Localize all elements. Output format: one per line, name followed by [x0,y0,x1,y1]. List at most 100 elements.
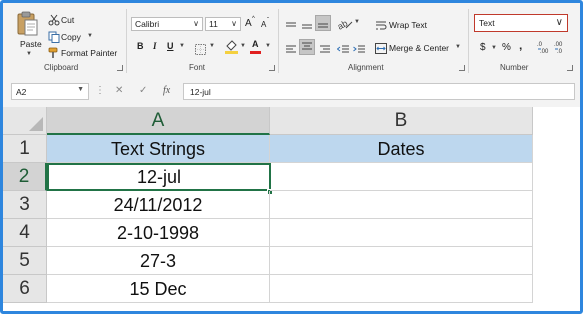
copy-dropdown-icon[interactable]: ▼ [87,33,93,39]
row-header-3[interactable]: 3 [3,191,47,219]
align-bottom-icon[interactable] [315,15,331,31]
font-dialog-launcher-icon[interactable] [269,65,275,71]
increase-decimal-icon[interactable]: .0.00 [537,40,551,59]
formula-bar: A2 ▼ ⋮ ✕ ✓ fx 12-jul [3,80,580,104]
bold-button[interactable]: B [137,41,144,51]
paste-button[interactable]: Paste [20,39,42,49]
cell-a2[interactable]: 12-jul [47,163,271,191]
number-format-select[interactable]: Text ∨ [474,14,568,32]
orientation-icon[interactable]: ab [336,17,353,35]
cell-b2[interactable] [270,163,533,191]
column-header-b[interactable]: B [270,107,533,135]
underline-button[interactable]: U [167,41,174,51]
scissors-icon[interactable] [48,13,60,31]
column-header-a[interactable]: A [47,107,270,135]
chevron-down-icon: ∨ [193,19,199,28]
currency-dropdown-icon[interactable]: ▼ [491,45,497,51]
excel-window: Paste ▼ Cut Copy ▼ Format Painter Clipbo… [0,0,583,314]
font-group-label: Font [189,63,206,72]
chevron-down-icon: ∨ [555,17,563,28]
align-right-icon[interactable] [319,42,331,60]
enter-check-icon[interactable]: ✓ [139,85,147,96]
svg-text:ab: ab [337,18,349,30]
ribbon: Paste ▼ Cut Copy ▼ Format Painter Clipbo… [3,3,580,77]
font-color-dropdown-icon[interactable]: ▼ [265,43,271,49]
borders-dropdown-icon[interactable]: ▼ [209,43,215,49]
insert-function-button[interactable]: fx [163,85,170,96]
group-divider [278,9,279,73]
row-header-6[interactable]: 6 [3,275,47,303]
underline-dropdown-icon[interactable]: ▼ [179,43,185,49]
merge-center-dropdown-icon[interactable]: ▼ [455,44,461,50]
chevron-down-icon: ▼ [77,86,84,93]
italic-button[interactable]: I [153,41,157,51]
svg-text:.0: .0 [537,42,543,48]
format-painter-button[interactable]: Format Painter [61,48,117,58]
more-options-icon: ⋮ [95,85,105,96]
comma-style-button[interactable]: ‚ [519,38,522,52]
select-all-triangle-icon [29,117,43,131]
cell-b4[interactable] [270,219,533,247]
merge-center-icon[interactable] [375,41,387,59]
group-divider [126,9,127,73]
merge-center-button[interactable]: Merge & Center [389,43,449,53]
svg-text:.0: .0 [557,49,563,54]
clipboard-dialog-launcher-icon[interactable] [117,65,123,71]
row-header-2[interactable]: 2 [3,163,47,191]
align-middle-icon[interactable] [301,18,313,36]
percent-button[interactable]: % [502,42,511,53]
font-color-button[interactable]: A [252,39,259,49]
borders-icon[interactable] [195,42,206,60]
formula-input[interactable]: 12-jul [183,83,575,100]
cell-a6[interactable]: 15 Dec [47,275,270,303]
row-header-1[interactable]: 1 [3,135,47,163]
orientation-dropdown-icon[interactable]: ▼ [354,19,360,25]
decrease-indent-icon[interactable] [336,42,350,60]
cell-a5[interactable]: 27-3 [47,247,270,275]
name-box[interactable]: A2 ▼ [11,83,89,100]
number-dialog-launcher-icon[interactable] [567,65,573,71]
align-top-icon[interactable] [285,18,297,36]
font-color-swatch [250,51,261,54]
wrap-text-button[interactable]: Wrap Text [389,20,427,30]
alignment-group-label: Alignment [348,63,384,72]
cell-b3[interactable] [270,191,533,219]
paste-dropdown-icon[interactable]: ▼ [26,51,32,57]
fill-color-icon[interactable] [225,40,238,59]
cell-b5[interactable] [270,247,533,275]
increase-indent-icon[interactable] [353,42,366,60]
fill-color-dropdown-icon[interactable]: ▼ [240,43,246,49]
wrap-text-icon[interactable] [375,18,387,36]
cell-a3[interactable]: 24/11/2012 [47,191,270,219]
decrease-decimal-icon[interactable]: .00.0 [554,40,568,59]
cancel-icon[interactable]: ✕ [115,85,123,96]
row-header-4[interactable]: 4 [3,219,47,247]
cut-button[interactable]: Cut [61,15,74,25]
worksheet-grid: A B 1 2 3 4 5 6 Text Strings Dates 12-ju… [3,107,580,311]
number-group-label: Number [500,63,529,72]
alignment-dialog-launcher-icon[interactable] [459,65,465,71]
font-size-select[interactable]: 11 ∨ [205,17,241,31]
font-name-select[interactable]: Calibri ∨ [131,17,203,31]
align-left-icon[interactable] [285,42,297,60]
format-painter-icon[interactable] [48,46,60,64]
grow-font-button[interactable]: A [245,18,252,29]
grow-font-caret-icon: ^ [252,16,255,22]
currency-button[interactable]: $ [480,42,486,53]
svg-text:.00: .00 [554,42,563,48]
shrink-font-button[interactable]: A [261,20,266,29]
group-divider [468,9,469,73]
row-header-5[interactable]: 5 [3,247,47,275]
align-center-icon[interactable] [299,39,315,55]
cell-b6[interactable] [270,275,533,303]
svg-text:.00: .00 [540,49,549,54]
chevron-down-icon: ∨ [231,19,237,28]
select-all-button[interactable] [3,107,47,135]
clipboard-group-label: Clipboard [44,63,79,72]
paste-icon[interactable] [17,11,39,37]
cell-a4[interactable]: 2-10-1998 [47,219,270,247]
cell-a1[interactable]: Text Strings [47,135,270,163]
cell-b1[interactable]: Dates [270,135,533,163]
shrink-font-caret-icon: ˇ [267,18,269,24]
copy-button[interactable]: Copy [61,32,81,42]
